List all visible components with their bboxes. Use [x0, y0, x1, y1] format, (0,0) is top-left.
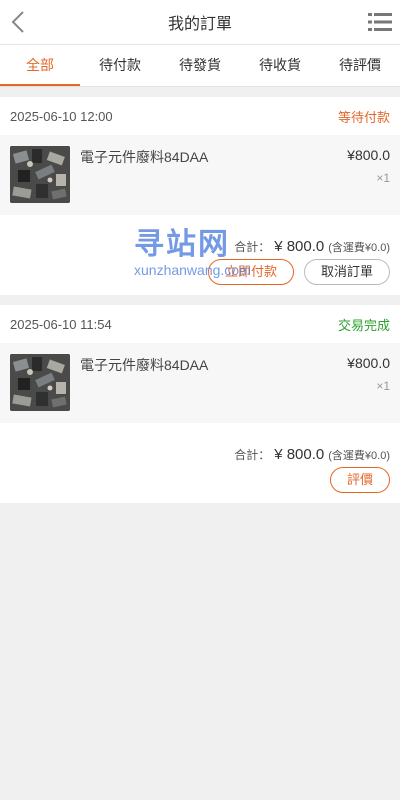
header-bar: 我的訂單 — [0, 0, 400, 45]
order-actions: 立即付款 取消訂單 — [0, 259, 400, 295]
order-card: 2025-06-10 12:00 等待付款 電子元件廢料84DAA ¥800.0… — [0, 97, 400, 295]
list-menu-icon[interactable] — [368, 12, 392, 32]
tab-pending-review[interactable]: 待評價 — [320, 45, 400, 86]
tab-pending-shipment[interactable]: 待發貨 — [160, 45, 240, 86]
tab-pending-payment[interactable]: 待付款 — [80, 45, 160, 86]
product-price: ¥800.0 — [347, 355, 390, 371]
product-quantity: ×1 — [376, 171, 390, 185]
order-item[interactable]: 電子元件廢料84DAA ¥800.0 ×1 — [0, 343, 400, 423]
order-actions: 評價 — [0, 467, 400, 503]
product-thumbnail — [10, 354, 70, 411]
shipping-fee: (含運費¥0.0) — [328, 242, 390, 254]
order-item[interactable]: 電子元件廢料84DAA ¥800.0 ×1 — [0, 135, 400, 215]
product-thumbnail — [10, 146, 70, 203]
total-amount: ¥ 800.0 — [274, 446, 325, 463]
cancel-order-button[interactable]: 取消訂單 — [303, 259, 390, 285]
order-time: 2025-06-10 11:54 — [10, 316, 112, 332]
order-summary: 合計： ¥ 800.0 (含運費¥0.0) — [0, 423, 400, 467]
order-time: 2025-06-10 12:00 — [10, 108, 113, 124]
product-quantity: ×1 — [376, 379, 390, 393]
pay-now-button[interactable]: 立即付款 — [207, 259, 294, 285]
product-name: 電子元件廢料84DAA — [80, 357, 209, 373]
back-chevron-icon[interactable] — [8, 10, 30, 34]
tab-all[interactable]: 全部 — [0, 45, 80, 86]
order-status: 等待付款 — [337, 109, 390, 125]
page-title: 我的訂單 — [167, 16, 232, 33]
order-card: 2025-06-10 11:54 交易完成 電子元件廢料84DAA ¥800.0… — [0, 305, 400, 503]
total-amount: ¥ 800.0 — [274, 238, 325, 255]
order-status: 交易完成 — [337, 317, 390, 333]
shipping-fee: (含運費¥0.0) — [328, 450, 390, 462]
order-header: 2025-06-10 11:54 交易完成 — [0, 305, 400, 343]
product-name: 電子元件廢料84DAA — [80, 149, 209, 165]
tab-pending-receipt[interactable]: 待收貨 — [240, 45, 320, 86]
order-header: 2025-06-10 12:00 等待付款 — [0, 97, 400, 135]
order-tabs: 全部 待付款 待發貨 待收貨 待評價 — [0, 45, 400, 87]
total-label: 合計： — [234, 240, 271, 254]
order-list: 2025-06-10 12:00 等待付款 電子元件廢料84DAA ¥800.0… — [0, 87, 400, 503]
order-summary: 合計： ¥ 800.0 (含運費¥0.0) — [0, 215, 400, 259]
product-price: ¥800.0 — [347, 147, 390, 163]
total-label: 合計： — [234, 448, 271, 462]
review-button[interactable]: 評價 — [329, 467, 390, 493]
